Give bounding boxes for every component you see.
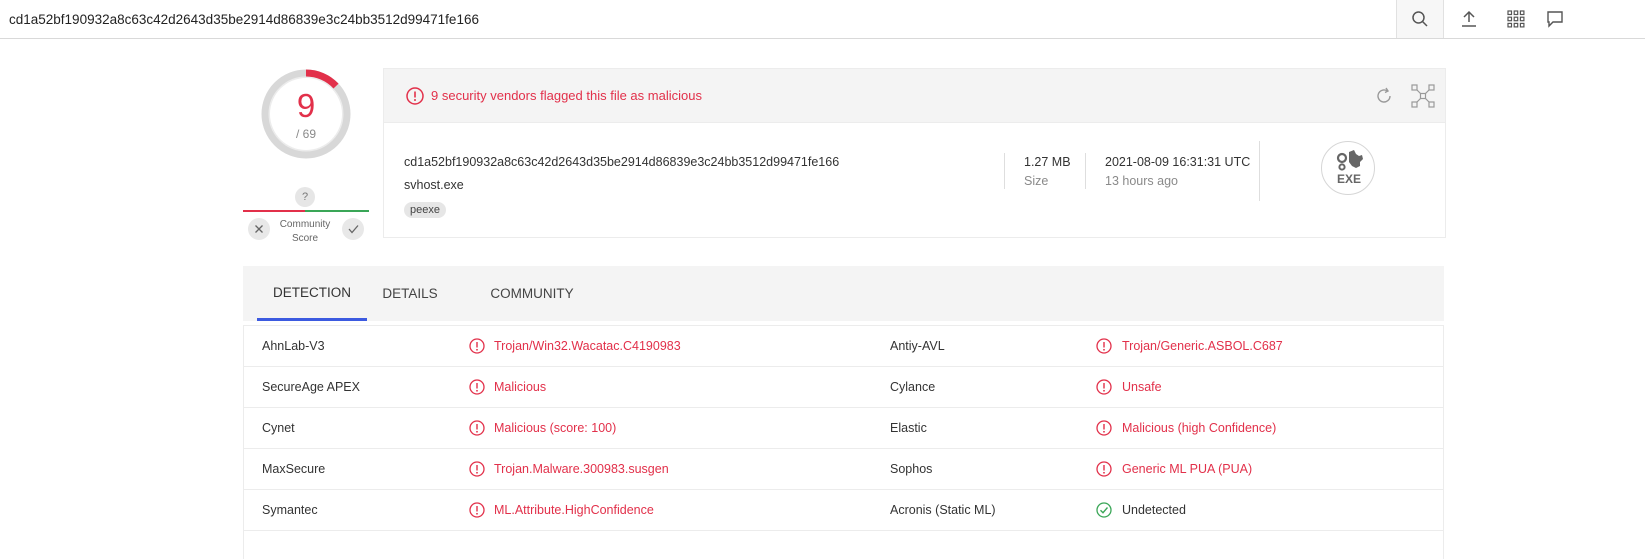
detection-row: SecureAge APEX Malicious Cylance Unsafe <box>244 367 1443 408</box>
check-circle-icon <box>1096 502 1112 518</box>
tab-details[interactable]: DETAILS <box>373 266 447 321</box>
vote-harmful-button[interactable] <box>248 218 270 240</box>
detection-row: Symantec ML.Attribute.HighConfidence Acron… <box>244 490 1443 531</box>
file-info-panel: cd1a52bf190932a8c63c42d2643d35be2914d868… <box>383 122 1446 238</box>
detection-result: Malicious (high Confidence) <box>1122 421 1277 435</box>
detection-result: Malicious (score: 100) <box>494 421 617 435</box>
apps-button[interactable] <box>1496 0 1536 38</box>
search-input[interactable] <box>0 0 1396 38</box>
community-score-label: Community Score <box>275 218 335 246</box>
detection-result: Generic ML PUA (PUA) <box>1122 462 1253 476</box>
detection-count: 9 <box>296 87 316 124</box>
analysis-date-relative: 13 hours ago <box>1105 174 1178 188</box>
refresh-icon[interactable] <box>1374 86 1394 106</box>
graph-view-icon[interactable] <box>1411 84 1435 108</box>
engine-total: / 69 <box>295 127 316 141</box>
detection-result: Trojan.Malware.300983.susgen <box>494 462 669 476</box>
community-label-line1: Community <box>279 219 331 230</box>
detection-table: AhnLab-V3 Trojan/Win32.Wacatac.C4190983 An… <box>243 325 1444 559</box>
detection-result: Trojan/Generic.ASBOL.C687 <box>1122 339 1283 353</box>
alert-circle-icon <box>1096 338 1112 354</box>
detection-row: AhnLab-V3 Trojan/Win32.Wacatac.C4190983 An… <box>244 326 1443 367</box>
detection-row: MaxSecure Trojan.Malware.300983.susgen Sop… <box>244 449 1443 490</box>
alert-circle-icon <box>469 338 485 354</box>
alert-circle-icon <box>1096 461 1112 477</box>
close-icon <box>255 225 263 233</box>
alert-circle-icon <box>469 461 485 477</box>
file-tag[interactable]: peexe <box>404 202 446 218</box>
community-label-line2: Score <box>291 233 319 244</box>
file-name: svhost.exe <box>404 178 464 192</box>
search-icon <box>1412 11 1428 27</box>
detection-result: Trojan/Win32.Wacatac.C4190983 <box>494 339 681 353</box>
alert-circle-icon <box>406 87 424 105</box>
divider <box>1004 153 1005 189</box>
top-search-bar <box>0 0 1645 39</box>
alert-banner: 9 security vendors flagged this file as … <box>383 68 1446 123</box>
vendor-name: MaxSecure <box>262 462 326 476</box>
divider <box>1085 153 1086 189</box>
file-type-label: EXE <box>1336 172 1361 186</box>
tab-detection[interactable]: DETECTION <box>257 266 367 321</box>
file-size-value: 1.27 MB <box>1024 155 1071 169</box>
file-type-icon: EXE <box>1321 141 1375 195</box>
detection-result: ML.Attribute.HighConfidence <box>494 503 654 517</box>
vendor-name: Antiy-AVL <box>890 339 945 353</box>
upload-button[interactable] <box>1449 0 1489 38</box>
alert-circle-icon <box>469 502 485 518</box>
analysis-date: 2021-08-09 16:31:31 UTC <box>1105 155 1251 169</box>
alert-circle-icon <box>1096 379 1112 395</box>
search-button[interactable] <box>1396 0 1444 38</box>
vendor-name: Cynet <box>262 421 295 435</box>
vendor-name: AhnLab-V3 <box>262 339 325 353</box>
vendor-name: Acronis (Static ML) <box>890 503 996 517</box>
alert-circle-icon <box>469 379 485 395</box>
vote-harmless-button[interactable] <box>342 218 364 240</box>
chat-icon <box>1547 11 1563 28</box>
alert-circle-icon <box>469 420 485 436</box>
community-score-value: ? <box>295 187 315 207</box>
chat-button[interactable] <box>1540 0 1570 38</box>
vendor-name: Sophos <box>890 462 933 476</box>
community-score-positive-bar <box>305 210 369 212</box>
file-size-label: Size <box>1024 174 1049 188</box>
divider <box>1259 141 1260 201</box>
alert-circle-icon <box>1096 420 1112 436</box>
file-hash[interactable]: cd1a52bf190932a8c63c42d2643d35be2914d868… <box>404 155 839 169</box>
alert-message: 9 security vendors flagged this file as … <box>431 88 702 103</box>
gear-icon <box>1336 150 1363 171</box>
upload-icon <box>1462 10 1476 27</box>
detection-row: Cynet Malicious (score: 100) Elastic Malici… <box>244 408 1443 449</box>
vendor-name: Symantec <box>262 503 318 517</box>
vendor-name: Cylance <box>890 380 936 394</box>
vendor-name: SecureAge APEX <box>262 380 360 394</box>
detection-result: Unsafe <box>1122 380 1162 394</box>
detection-result: Malicious <box>494 380 547 394</box>
vendor-name: Elastic <box>890 421 927 435</box>
tab-bar: DETECTION DETAILS COMMUNITY <box>243 266 1444 321</box>
tab-community[interactable]: COMMUNITY <box>483 266 581 321</box>
community-score-negative-bar <box>243 210 305 212</box>
apps-grid-icon <box>1507 10 1525 28</box>
check-icon <box>348 225 358 234</box>
detection-result: Undetected <box>1122 503 1186 517</box>
